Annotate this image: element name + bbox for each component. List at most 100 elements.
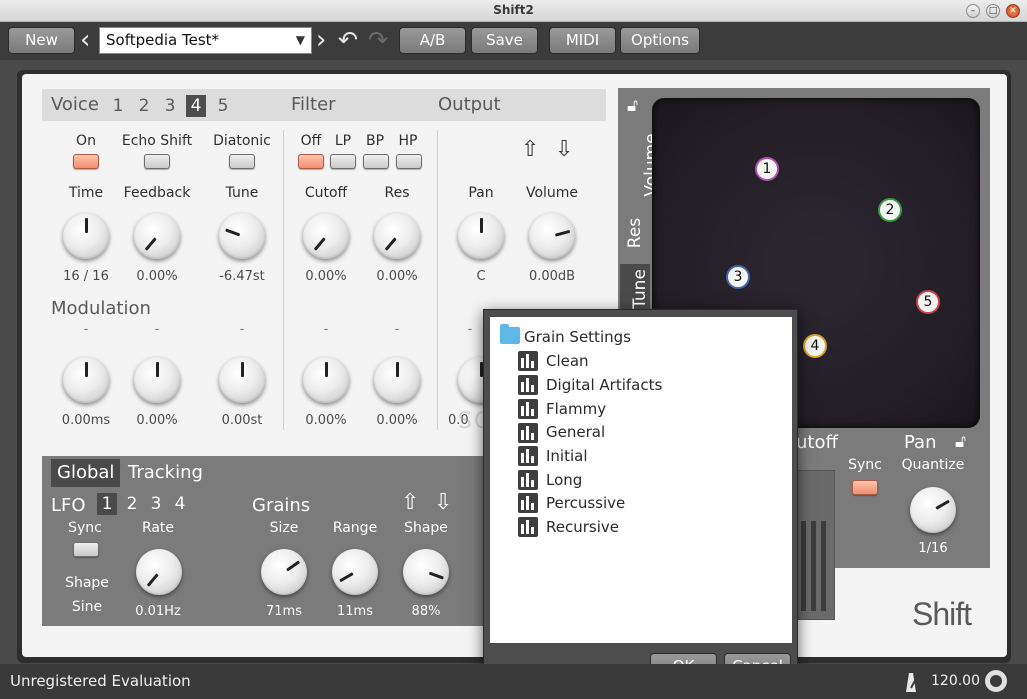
pan-lock-icon[interactable]: 🔓︎ [955,432,966,452]
xy-point-3[interactable]: 3 [726,265,750,289]
pan-axis-label: Pan [904,432,937,453]
mod-res-knob[interactable] [374,357,420,403]
tab-global[interactable]: Global [51,459,121,487]
filter-off-toggle[interactable] [298,154,324,169]
echo-shift-toggle[interactable] [144,154,170,169]
list-item[interactable]: General [546,423,605,441]
volume-knob[interactable] [529,213,575,259]
lfo-label: LFO [51,495,86,516]
lock-icon[interactable]: 🔓︎ [627,96,638,116]
lfo-tab-1[interactable]: 1 [97,493,117,515]
mod-dash: - [239,322,245,337]
new-button[interactable]: New [8,27,75,54]
grain-shape-knob[interactable] [403,549,449,595]
options-button[interactable]: Options [620,27,700,54]
tab-tune[interactable]: Tune [620,264,650,314]
lfo-tab-4[interactable]: 4 [170,493,190,515]
rate-knob[interactable] [136,549,182,595]
quantize-knob[interactable] [910,487,956,533]
maximize-icon[interactable]: □ [986,4,1000,18]
ab-button[interactable]: A/B [399,27,466,54]
grain-import-icon[interactable]: ⇩ [434,492,452,514]
list-item[interactable]: Digital Artifacts [546,376,662,394]
lfo-sync-toggle[interactable] [73,542,99,557]
filter-bp-toggle[interactable] [363,154,389,169]
lfo-tab-2[interactable]: 2 [122,493,142,515]
voice-tab-5[interactable]: 5 [213,95,233,117]
xy-point-5[interactable]: 5 [916,290,940,314]
grain-preset-icon [518,375,538,395]
mod-dash: - [154,322,160,337]
xy-point-4[interactable]: 4 [803,334,827,358]
tune-value: -6.47st [219,269,265,284]
tab-res[interactable]: Res [620,208,650,258]
prev-preset-icon[interactable]: ‹ [80,26,90,54]
tab-volume[interactable]: Volume [620,130,662,200]
metronome-icon[interactable] [901,671,921,693]
tune-label: Tune [225,185,259,201]
voice-tab-3[interactable]: 3 [160,95,180,117]
time-knob[interactable] [63,213,109,259]
filter-hp-toggle[interactable] [396,154,422,169]
size-knob[interactable] [261,549,307,595]
rate-label: Rate [141,520,175,536]
midi-button[interactable]: MIDI [549,27,616,54]
range-knob[interactable] [332,549,378,595]
grain-shape-label: Shape [404,520,448,536]
save-button[interactable]: Save [471,27,538,54]
folder-label[interactable]: Grain Settings [524,328,631,346]
filter-lp-toggle[interactable] [330,154,356,169]
voice-tab-1[interactable]: 1 [108,95,128,117]
minimize-icon[interactable]: – [966,4,980,18]
list-item[interactable]: Long [546,471,582,489]
pad-sync-toggle[interactable] [852,480,878,495]
res-knob[interactable] [374,213,420,259]
mod-feedback-knob[interactable] [134,357,180,403]
grain-export-icon[interactable]: ⇧ [401,492,419,514]
grain-shape-value: 88% [411,604,441,619]
feedback-label: Feedback [123,185,191,201]
feedback-knob[interactable] [134,213,180,259]
xy-point-1[interactable]: 1 [755,157,779,181]
pan-knob[interactable] [458,213,504,259]
list-item[interactable]: Percussive [546,494,625,512]
status-bar: Unregistered Evaluation 120.00 [0,664,1027,699]
mod-cutoff-knob[interactable] [303,357,349,403]
mod-dash: - [323,322,329,337]
output-section-label: Output [438,94,501,115]
mod-time-knob[interactable] [63,357,109,403]
diatonic-toggle[interactable] [229,154,255,169]
list-item[interactable]: Initial [546,447,588,465]
volume-value: 0.00dB [528,269,576,284]
xy-point-2[interactable]: 2 [878,198,902,222]
tune-knob[interactable] [219,213,265,259]
undo-icon[interactable]: ↶ [338,26,358,54]
preset-select[interactable]: Softpedia Test* ▼ [99,27,312,54]
tempo-value[interactable]: 120.00 [931,673,980,689]
quantize-value: 1/16 [918,541,948,556]
grain-preset-icon [518,446,538,466]
redo-icon[interactable]: ↷ [368,26,388,54]
voice-tab-2[interactable]: 2 [134,95,154,117]
volume-label: Volume [525,185,579,201]
export-icon[interactable]: ⇧ [521,139,539,161]
cutoff-knob[interactable] [303,213,349,259]
window-title: Shift2 [493,3,534,17]
list-item[interactable]: Clean [546,352,589,370]
mod-feedback-value: 0.00% [136,413,178,428]
voice-section-label: Voice [51,94,99,115]
feedback-value: 0.00% [136,269,178,284]
on-toggle[interactable] [73,154,99,169]
voice-tab-4[interactable]: 4 [186,95,206,117]
next-preset-icon[interactable]: › [316,26,326,54]
close-icon[interactable]: ✕ [1006,4,1020,18]
lfo-tab-3[interactable]: 3 [146,493,166,515]
grain-preset-icon [518,517,538,537]
list-item[interactable]: Recursive [546,518,619,536]
midi-icon[interactable] [985,670,1007,692]
tab-tracking[interactable]: Tracking [122,459,209,487]
preset-list[interactable]: Grain Settings Clean Digital Artifacts F… [490,317,792,643]
import-icon[interactable]: ⇩ [555,139,573,161]
mod-tune-knob[interactable] [219,357,265,403]
list-item[interactable]: Flammy [546,400,606,418]
